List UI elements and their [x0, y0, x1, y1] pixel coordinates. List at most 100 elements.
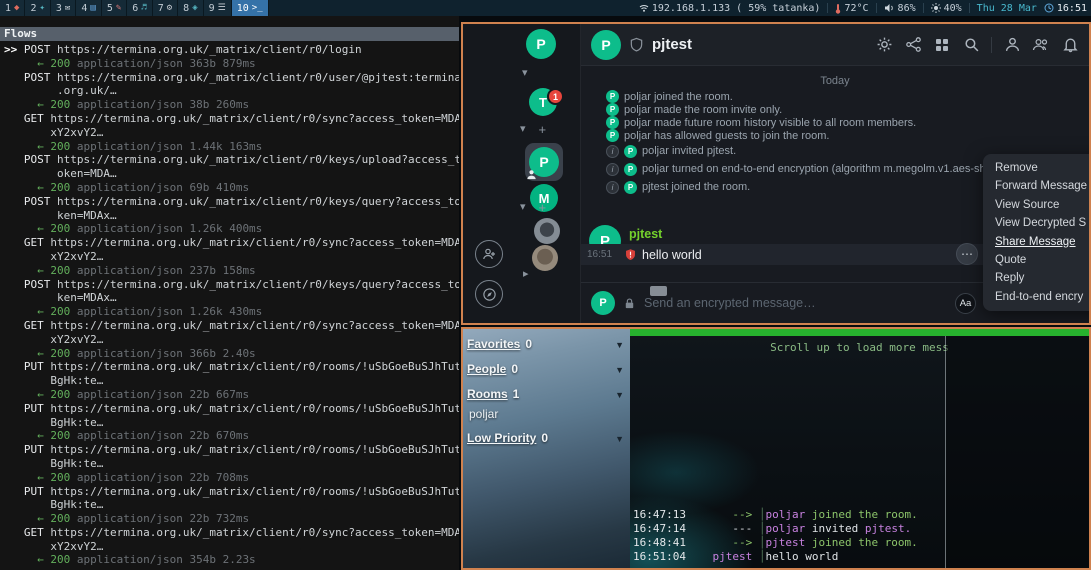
response-status: ← 200 [37, 222, 77, 235]
notification-badge: 1 [547, 88, 564, 105]
person-plus-icon [482, 247, 496, 261]
workspace-number: 7 [158, 3, 164, 14]
sender-name[interactable]: pjtest [629, 227, 662, 241]
flow-row[interactable]: POST https://termina.org.uk/_matrix/clie… [4, 153, 459, 194]
response-meta: application/json 22b 670ms [77, 429, 249, 442]
flow-row[interactable]: >> POST https://termina.org.uk/_matrix/c… [4, 43, 459, 71]
room-group-header-low-priority[interactable]: Low Priority0▼ [467, 431, 624, 445]
explore-rooms-button[interactable] [475, 280, 503, 308]
collapse-chevron-icon[interactable]: ▾ [522, 68, 528, 79]
context-menu-item-view-decrypted-s[interactable]: View Decrypted S [983, 214, 1091, 232]
workspace-button-2[interactable]: 2✦ [25, 0, 50, 16]
date-separator: Today [581, 75, 1089, 90]
member-avatar-icon: P [624, 145, 637, 158]
format-toggle-button[interactable]: Aa [955, 293, 976, 314]
flow-row[interactable]: POST https://termina.org.uk/_matrix/clie… [4, 195, 459, 236]
selected-room-avatar[interactable]: P [525, 143, 563, 181]
request-url-wrap: xY2xvY2… [4, 126, 103, 139]
member-avatar-icon: P [624, 181, 637, 194]
context-menu-item-share-message[interactable]: Share Message [983, 233, 1091, 251]
room-section-controls: ▾ + [520, 123, 546, 136]
workspace-button-7[interactable]: 7⚙ [153, 0, 178, 16]
log-text: joined the room. [805, 508, 918, 521]
scrollbar[interactable] [945, 336, 946, 568]
workspace-button-5[interactable]: 5✎ [102, 0, 127, 16]
terminal-icon: >_ [252, 4, 263, 13]
workspace-button-1[interactable]: 1◆ [0, 0, 25, 16]
gear-icon: ⚙ [167, 4, 172, 13]
flow-row[interactable]: POST https://termina.org.uk/_matrix/clie… [4, 71, 459, 112]
expand-panel-chevron-icon[interactable]: ▸ [523, 269, 529, 280]
response-status: ← 200 [37, 388, 77, 401]
share-icon[interactable] [904, 36, 922, 54]
room-avatar-image[interactable] [532, 245, 558, 271]
members-people-icon[interactable] [1032, 36, 1050, 54]
apps-grid-icon[interactable] [933, 36, 951, 54]
request-url-wrap: ken=MDAx… [4, 209, 117, 222]
group-count: 0 [511, 362, 518, 376]
message-options-button[interactable]: ⋯ [956, 243, 978, 265]
workspace-button-4[interactable]: 4▤ [76, 0, 101, 16]
workspace-button-10[interactable]: 10>_ [232, 0, 269, 16]
unencrypted-warning-shield-icon [624, 248, 637, 261]
search-icon[interactable] [962, 36, 980, 54]
time-text: 16:51 [1057, 3, 1087, 14]
flow-row[interactable]: PUT https://termina.org.uk/_matrix/clien… [4, 360, 459, 401]
invite-person-icon[interactable] [1003, 36, 1021, 54]
context-menu-item-reply[interactable]: Reply [983, 269, 1091, 287]
room-group-header-rooms[interactable]: Rooms1▼ [467, 387, 624, 401]
divider [991, 37, 992, 53]
room-group-header-people[interactable]: People0▼ [467, 362, 624, 376]
group-label: Favorites [467, 337, 520, 351]
lock-icon [623, 297, 636, 310]
invite-people-button[interactable] [475, 240, 503, 268]
workspace-button-3[interactable]: 3✉ [51, 0, 76, 16]
flow-row[interactable]: GET https://termina.org.uk/_matrix/clien… [4, 526, 459, 567]
context-menu-item-end-to-end-encry[interactable]: End-to-end encry [983, 288, 1091, 306]
room-avatar[interactable]: P [591, 30, 621, 60]
request-url-wrap: .org.uk/… [4, 84, 117, 97]
chevron-down-icon[interactable]: ▾ [520, 202, 526, 213]
room-list-item[interactable]: poljar [469, 407, 624, 421]
request-url-wrap: BgHk:te… [4, 457, 103, 470]
flow-row[interactable]: PUT https://termina.org.uk/_matrix/clien… [4, 485, 459, 526]
workspace-button-6[interactable]: 6♬ [127, 0, 152, 16]
log-prefix: --> [686, 536, 752, 549]
flow-row[interactable]: PUT https://termina.org.uk/_matrix/clien… [4, 443, 459, 484]
mail-icon: ✉ [65, 4, 70, 13]
flow-row[interactable]: GET https://termina.org.uk/_matrix/clien… [4, 112, 459, 153]
notifications-bell-icon[interactable] [1061, 36, 1079, 54]
collapse-triangle-icon: ▼ [615, 390, 624, 400]
request-url: https://termina.org.uk/_matrix/client/r0… [57, 43, 362, 56]
workspace-button-8[interactable]: 8◈ [178, 0, 203, 16]
group-count: 0 [525, 337, 532, 351]
request-url-wrap: BgHk:te… [4, 498, 103, 511]
flow-row[interactable]: POST https://termina.org.uk/_matrix/clie… [4, 278, 459, 319]
room-avatar-image[interactable] [534, 218, 560, 244]
timeline-event: Ppoljar joined the room. [581, 90, 1089, 103]
response-status: ← 200 [37, 305, 77, 318]
settings-gear-icon[interactable] [875, 36, 893, 54]
context-menu-item-quote[interactable]: Quote [983, 251, 1091, 269]
add-room-icon[interactable]: + [539, 123, 547, 136]
user-avatar[interactable]: P [526, 29, 556, 59]
workspace-button-9[interactable]: 9☰ [204, 0, 232, 16]
quaternion-window: Favorites 0 ▼ People0▼ Rooms1▼ poljar Low Prio… [461, 327, 1091, 570]
flow-row[interactable]: GET https://termina.org.uk/_matrix/clien… [4, 236, 459, 277]
room-group-header-favorites[interactable]: Favorites0▼ [467, 337, 624, 351]
context-menu-item-remove[interactable]: Remove [983, 159, 1091, 177]
http-method: POST [24, 195, 57, 208]
log-timestamp: 16:48:41 [633, 536, 686, 549]
request-url: https://termina.org.uk/_matrix/client/r0… [57, 195, 459, 208]
chevron-down-icon[interactable]: ▾ [520, 124, 526, 135]
add-room-icon[interactable]: + [539, 201, 547, 214]
chat-pane: Scroll up to load more mess 16:47:13 -->… [630, 329, 1089, 568]
context-menu-item-forward-message[interactable]: Forward Message [983, 177, 1091, 195]
context-menu-item-view-source[interactable]: View Source [983, 196, 1091, 214]
flow-row[interactable]: PUT https://termina.org.uk/_matrix/clien… [4, 402, 459, 443]
log-text: poljar [765, 522, 805, 535]
flow-row[interactable]: GET https://termina.org.uk/_matrix/clien… [4, 319, 459, 360]
info-icon: i [606, 163, 619, 176]
speaker-icon [884, 3, 895, 13]
room-header: P pjtest [581, 24, 1089, 66]
